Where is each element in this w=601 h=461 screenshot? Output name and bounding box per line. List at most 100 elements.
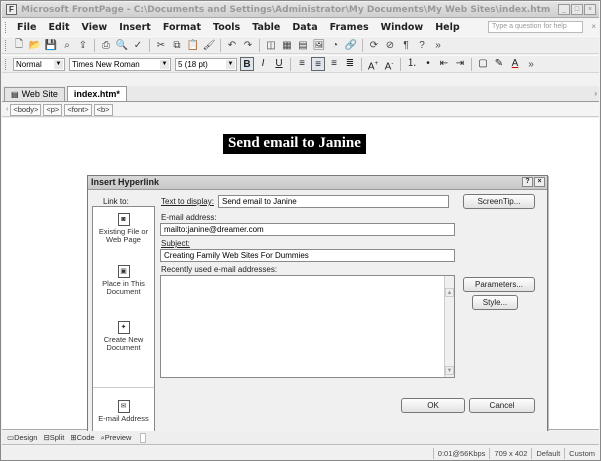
menu-format[interactable]: Format (157, 22, 207, 33)
open-icon[interactable]: 📂 (28, 38, 42, 52)
drawing-icon[interactable]: ◔ (328, 38, 342, 52)
menu-data[interactable]: Data (286, 22, 323, 33)
toolbar-grip[interactable] (5, 39, 8, 51)
web-component-icon[interactable]: ◫ (264, 38, 278, 52)
show-all-icon[interactable]: ¶ (399, 38, 413, 52)
close-icon[interactable]: × (534, 177, 545, 187)
cancel-button[interactable]: Cancel (469, 398, 535, 413)
font-size-dropdown[interactable]: 5 (18 pt) ▼ (175, 57, 237, 71)
scroll-up-icon[interactable]: ▲ (445, 288, 454, 297)
recent-addresses-list[interactable]: ▲ ▼ (160, 275, 455, 378)
chevron-down-icon: ▼ (160, 59, 169, 69)
close-document-icon[interactable]: × (591, 22, 596, 31)
text-to-display-input[interactable]: Send email to Janine (218, 195, 449, 208)
list-scrollbar[interactable]: ▲ ▼ (444, 276, 454, 377)
toolbar-options-icon[interactable]: » (524, 57, 538, 71)
bold-button[interactable]: B (240, 57, 254, 71)
custom-style[interactable]: Custom (564, 447, 599, 459)
insert-table-icon[interactable]: ▦ (280, 38, 294, 52)
help-icon[interactable]: ? (522, 177, 533, 187)
numbering-icon[interactable]: ⒈ (405, 57, 419, 71)
parameters-button[interactable]: Parameters... (463, 277, 535, 292)
copy-icon[interactable]: ⧉ (170, 38, 184, 52)
view-design-button[interactable]: ▭Design (4, 433, 40, 442)
spelling-icon[interactable]: ✓ (131, 38, 145, 52)
menu-help[interactable]: Help (429, 22, 465, 33)
hyperlink-icon[interactable]: 🔗 (344, 38, 358, 52)
search-icon[interactable]: ⌕ (60, 38, 74, 52)
toolbar-grip[interactable] (5, 58, 8, 70)
menu-view[interactable]: View (76, 22, 114, 33)
scroll-down-icon[interactable]: ▼ (445, 366, 454, 375)
print-icon[interactable]: ⎙ (99, 38, 113, 52)
print-preview-icon[interactable]: 🔍 (115, 38, 129, 52)
highlight-icon[interactable]: ✎ (492, 57, 506, 71)
italic-button[interactable]: I (256, 57, 270, 71)
menu-insert[interactable]: Insert (113, 22, 157, 33)
cut-icon[interactable]: ✂ (154, 38, 168, 52)
menu-grip[interactable] (5, 21, 8, 33)
insert-layer-icon[interactable]: ▤ (296, 38, 310, 52)
paste-icon[interactable]: 📋 (186, 38, 200, 52)
tag-body[interactable]: <body> (10, 103, 42, 116)
align-center-icon[interactable]: ≡ (311, 57, 325, 71)
stop-icon[interactable]: ⊘ (383, 38, 397, 52)
ok-button[interactable]: OK (401, 398, 465, 413)
close-button[interactable]: × (584, 4, 596, 15)
font-dropdown[interactable]: Times New Roman ▼ (69, 57, 171, 71)
microsoft-help-icon[interactable]: ? (415, 38, 429, 52)
align-right-icon[interactable]: ≡ (327, 57, 341, 71)
style-dropdown[interactable]: Normal ▼ (13, 57, 65, 71)
save-icon[interactable]: 💾 (44, 38, 58, 52)
tag-font[interactable]: <font> (64, 103, 92, 116)
bullets-icon[interactable]: • (421, 57, 435, 71)
borders-icon[interactable]: ▢ (476, 57, 490, 71)
align-left-icon[interactable]: ≡ (295, 57, 309, 71)
email-address-input[interactable]: mailto:janine@dreamer.com (160, 223, 455, 236)
link-option-place-in-document[interactable]: ▣ Place in This Document (93, 265, 154, 296)
default-style[interactable]: Default (531, 447, 564, 459)
decrease-font-icon[interactable]: A- (382, 57, 396, 72)
menu-window[interactable]: Window (375, 22, 430, 33)
toolbar-options-icon[interactable]: » (431, 38, 445, 52)
tab-index-htm[interactable]: index.htm* (66, 86, 127, 101)
insert-picture-icon[interactable]: 🖼 (312, 38, 326, 52)
justify-icon[interactable]: ≣ (343, 57, 357, 71)
link-option-existing-file[interactable]: ◙ Existing File or Web Page (93, 213, 154, 244)
format-painter-icon[interactable]: 🖌 (202, 38, 216, 52)
minimize-button[interactable]: _ (558, 4, 570, 15)
menu-edit[interactable]: Edit (42, 22, 75, 33)
help-search-input[interactable]: Type a question for help (488, 21, 583, 33)
menu-file[interactable]: File (11, 22, 42, 33)
increase-font-icon[interactable]: A+ (366, 57, 380, 72)
subject-input[interactable]: Creating Family Web Sites For Dummies (160, 249, 455, 262)
publish-icon[interactable]: ⇪ (76, 38, 90, 52)
tag-b[interactable]: <b> (93, 103, 113, 116)
view-split-button[interactable]: ⊟Split (40, 433, 67, 442)
refresh-icon[interactable]: ⟳ (367, 38, 381, 52)
link-option-create-new[interactable]: ✦ Create New Document (93, 321, 154, 352)
undo-icon[interactable]: ↶ (225, 38, 239, 52)
horizontal-scrollbar[interactable] (140, 432, 147, 443)
menu-tools[interactable]: Tools (207, 22, 246, 33)
menu-table[interactable]: Table (246, 22, 286, 33)
style-button[interactable]: Style... (472, 295, 518, 310)
tab-web-site[interactable]: ▤ Web Site (4, 87, 65, 101)
tag-scroll-icon[interactable]: ‹ (6, 106, 8, 113)
page-heading[interactable]: Send email to Janine (223, 134, 366, 154)
link-option-email[interactable]: ✉ E-mail Address (93, 387, 154, 437)
font-color-icon[interactable]: A (508, 57, 522, 71)
maximize-button[interactable]: □ (571, 4, 583, 15)
tab-scroll-right-icon[interactable]: › (594, 89, 597, 98)
new-page-icon[interactable]: 🗋 (12, 38, 26, 52)
redo-icon[interactable]: ↷ (241, 38, 255, 52)
decrease-indent-icon[interactable]: ⇤ (437, 57, 451, 71)
underline-button[interactable]: U (272, 57, 286, 71)
page-dimensions[interactable]: 709 x 402 (489, 447, 531, 459)
screentip-button[interactable]: ScreenTip... (463, 194, 535, 209)
tag-p[interactable]: <p> (43, 103, 63, 116)
menu-frames[interactable]: Frames (324, 22, 375, 33)
view-code-button[interactable]: ⊞Code (67, 433, 97, 442)
view-preview-button[interactable]: ⌕Preview (98, 433, 135, 443)
increase-indent-icon[interactable]: ⇥ (453, 57, 467, 71)
